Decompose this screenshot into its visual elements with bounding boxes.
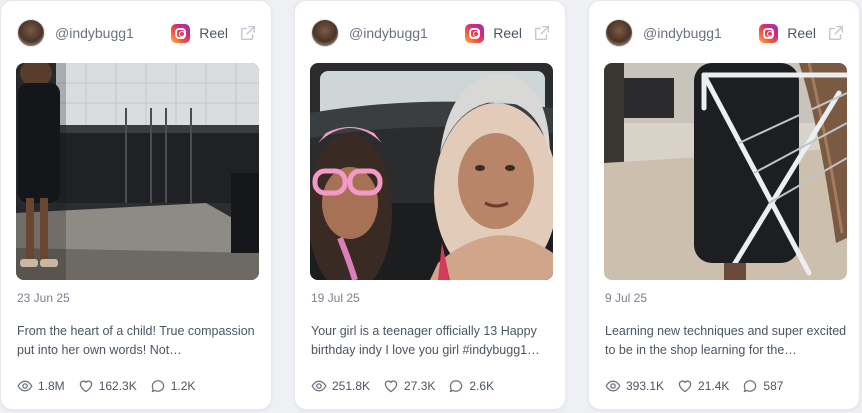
card-header: @indybugg1 Reel [17,18,257,48]
instagram-icon [171,23,191,43]
post-type-label: Reel [787,25,816,41]
post-caption: From the heart of a child! True compassi… [17,324,255,357]
avatar[interactable] [311,19,339,47]
comments-count: 587 [763,379,784,393]
post-date: 23 Jun 25 [17,291,70,305]
avatar[interactable] [605,19,633,47]
views-stat: 1.8M [17,378,65,394]
comment-icon [151,380,164,393]
card-header: @indybugg1 Reel [311,18,551,48]
external-link-icon[interactable] [827,24,845,42]
eye-icon [311,380,327,392]
post-stats: 393.1K 21.4K 587 [605,377,796,395]
post-date: 19 Jul 25 [311,291,360,305]
comments-stat: 587 [742,378,783,394]
external-link-icon[interactable] [533,24,551,42]
views-stat: 251.8K [311,378,370,394]
views-count: 393.1K [626,379,665,393]
heart-icon [79,380,92,393]
eye-icon [17,380,33,392]
post-stats: 1.8M 162.3K 1.2K [17,377,208,395]
post-type-label: Reel [199,25,228,41]
post-card[interactable]: @indybugg1 Reel 9 Jul 25 Learning new te… [588,0,860,410]
likes-count: 27.3K [404,379,436,393]
views-stat: 393.1K [605,378,664,394]
external-link-icon[interactable] [239,24,257,42]
likes-stat: 27.3K [383,378,435,394]
likes-stat: 21.4K [677,378,729,394]
comments-count: 1.2K [170,379,196,393]
eye-icon [605,380,621,392]
views-count: 251.8K [332,379,371,393]
comments-stat: 1.2K [150,378,196,394]
comments-count: 2.6K [469,379,495,393]
heart-icon [384,380,398,393]
post-date: 9 Jul 25 [605,291,648,305]
account-handle[interactable]: @indybugg1 [643,25,759,41]
views-count: 1.8M [38,379,65,393]
avatar[interactable] [17,19,45,47]
comment-icon [744,380,757,393]
account-handle[interactable]: @indybugg1 [55,25,171,41]
instagram-icon [465,23,485,43]
likes-count: 21.4K [698,379,730,393]
post-thumbnail[interactable] [604,63,847,280]
comments-stat: 2.6K [448,378,494,394]
post-card[interactable]: @indybugg1 Reel 19 Jul 25 Your girl is a… [294,0,566,410]
likes-count: 162.3K [98,379,137,393]
card-header: @indybugg1 Reel [605,18,845,48]
likes-stat: 162.3K [78,378,137,394]
post-caption: Learning new techniques and super excite… [605,324,847,357]
post-stats: 251.8K 27.3K 2.6K [311,377,507,395]
heart-icon [678,380,692,393]
post-thumbnail[interactable] [310,63,553,280]
comment-icon [450,380,463,393]
post-thumbnail[interactable] [16,63,259,280]
account-handle[interactable]: @indybugg1 [349,25,465,41]
instagram-icon [759,23,779,43]
post-type-label: Reel [493,25,522,41]
post-caption: Your girl is a teenager officially 13 Ha… [311,324,540,357]
post-card[interactable]: @indybugg1 Reel 23 Jun 25 From the heart… [0,0,272,410]
